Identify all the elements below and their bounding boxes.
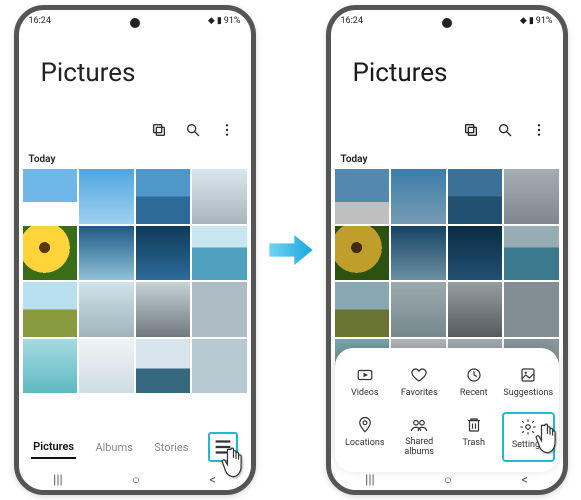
page-title: Pictures bbox=[41, 58, 251, 88]
menu-bottom-sheet: Videos Favorites Recent Suggestions Loca… bbox=[335, 348, 559, 472]
thumbnail bbox=[335, 169, 390, 224]
battery-label: 91% bbox=[224, 16, 241, 26]
camera-hole bbox=[130, 18, 140, 28]
nav-back-icon[interactable]: < bbox=[521, 473, 528, 488]
thumbnail[interactable] bbox=[192, 169, 247, 224]
search-icon[interactable] bbox=[497, 122, 513, 142]
sync-icon[interactable] bbox=[463, 122, 479, 142]
menu-button[interactable] bbox=[208, 432, 238, 462]
section-today: Today bbox=[19, 150, 251, 169]
sheet-item-trash[interactable]: Trash bbox=[448, 412, 501, 462]
thumbnail bbox=[391, 282, 446, 337]
locations-label: Locations bbox=[345, 438, 384, 448]
sheet-item-shared-albums[interactable]: Shared albums bbox=[393, 412, 446, 462]
thumbnail[interactable] bbox=[79, 282, 134, 337]
thumbnail[interactable] bbox=[136, 169, 191, 224]
bottom-tabs: Pictures Albums Stories bbox=[19, 426, 251, 468]
recent-label: Recent bbox=[460, 388, 488, 398]
toolbar bbox=[19, 118, 251, 150]
thumbnail bbox=[504, 282, 559, 337]
android-navbar: ||| ○ < bbox=[331, 470, 563, 490]
page-title: Pictures bbox=[353, 58, 563, 88]
nav-home-icon[interactable]: ○ bbox=[132, 472, 140, 488]
tab-albums[interactable]: Albums bbox=[93, 437, 134, 458]
title-area: Pictures bbox=[19, 28, 251, 118]
thumbnail bbox=[448, 226, 503, 281]
section-today: Today bbox=[331, 150, 563, 169]
nav-recent-icon[interactable]: ||| bbox=[365, 473, 375, 488]
thumbnail[interactable] bbox=[136, 226, 191, 281]
thumbnail[interactable] bbox=[79, 226, 134, 281]
thumbnail[interactable] bbox=[23, 169, 78, 224]
thumbnail bbox=[504, 169, 559, 224]
settings-label: Settings bbox=[512, 440, 545, 450]
sheet-item-favorites[interactable]: Favorites bbox=[393, 362, 446, 402]
toolbar bbox=[331, 118, 563, 150]
thumbnail bbox=[335, 226, 390, 281]
status-time: 16:24 bbox=[341, 16, 363, 26]
thumbnail[interactable] bbox=[192, 339, 247, 394]
thumbnail[interactable] bbox=[136, 282, 191, 337]
android-navbar: ||| ○ < bbox=[19, 470, 251, 490]
suggestions-label: Suggestions bbox=[503, 388, 553, 398]
sheet-item-suggestions[interactable]: Suggestions bbox=[502, 362, 555, 402]
phone-after: 16:24 ◆ ▮ 91% Pictures Today bbox=[326, 5, 568, 495]
title-area: Pictures bbox=[331, 28, 563, 118]
thumbnail[interactable] bbox=[23, 339, 78, 394]
signal-icon: ▮ bbox=[217, 16, 222, 26]
favorites-label: Favorites bbox=[401, 388, 438, 398]
phone-before: 16:24 ◆ ▮ 91% Pictures Today bbox=[14, 5, 256, 495]
tab-pictures[interactable]: Pictures bbox=[31, 436, 76, 459]
sync-icon[interactable] bbox=[151, 122, 167, 142]
arrow-icon bbox=[266, 225, 316, 275]
photo-grid[interactable] bbox=[19, 169, 251, 393]
nav-recent-icon[interactable]: ||| bbox=[53, 473, 63, 488]
thumbnail bbox=[448, 169, 503, 224]
videos-label: Videos bbox=[351, 388, 379, 398]
nav-back-icon[interactable]: < bbox=[209, 473, 216, 488]
more-icon[interactable] bbox=[531, 122, 547, 142]
status-icons: ◆ ▮ 91% bbox=[520, 16, 553, 26]
thumbnail bbox=[391, 226, 446, 281]
thumbnail bbox=[448, 282, 503, 337]
wifi-icon: ◆ bbox=[208, 16, 215, 26]
thumbnail bbox=[391, 169, 446, 224]
camera-hole bbox=[442, 18, 452, 28]
thumbnail[interactable] bbox=[79, 339, 134, 394]
tab-stories[interactable]: Stories bbox=[152, 437, 190, 458]
thumbnail[interactable] bbox=[23, 282, 78, 337]
thumbnail[interactable] bbox=[192, 226, 247, 281]
nav-home-icon[interactable]: ○ bbox=[444, 472, 452, 488]
thumbnail[interactable] bbox=[136, 339, 191, 394]
more-icon[interactable] bbox=[219, 122, 235, 142]
sheet-item-locations[interactable]: Locations bbox=[339, 412, 392, 462]
sheet-item-settings[interactable]: Settings bbox=[502, 412, 555, 462]
thumbnail[interactable] bbox=[23, 226, 78, 281]
signal-icon: ▮ bbox=[529, 16, 534, 26]
trash-label: Trash bbox=[463, 438, 485, 448]
thumbnail[interactable] bbox=[79, 169, 134, 224]
shared-label: Shared albums bbox=[393, 438, 446, 458]
status-time: 16:24 bbox=[29, 16, 51, 26]
sheet-item-videos[interactable]: Videos bbox=[339, 362, 392, 402]
thumbnail bbox=[504, 226, 559, 281]
search-icon[interactable] bbox=[185, 122, 201, 142]
thumbnail bbox=[335, 282, 390, 337]
battery-label: 91% bbox=[536, 16, 553, 26]
sheet-item-recent[interactable]: Recent bbox=[448, 362, 501, 402]
wifi-icon: ◆ bbox=[520, 16, 527, 26]
status-icons: ◆ ▮ 91% bbox=[208, 16, 241, 26]
thumbnail[interactable] bbox=[192, 282, 247, 337]
